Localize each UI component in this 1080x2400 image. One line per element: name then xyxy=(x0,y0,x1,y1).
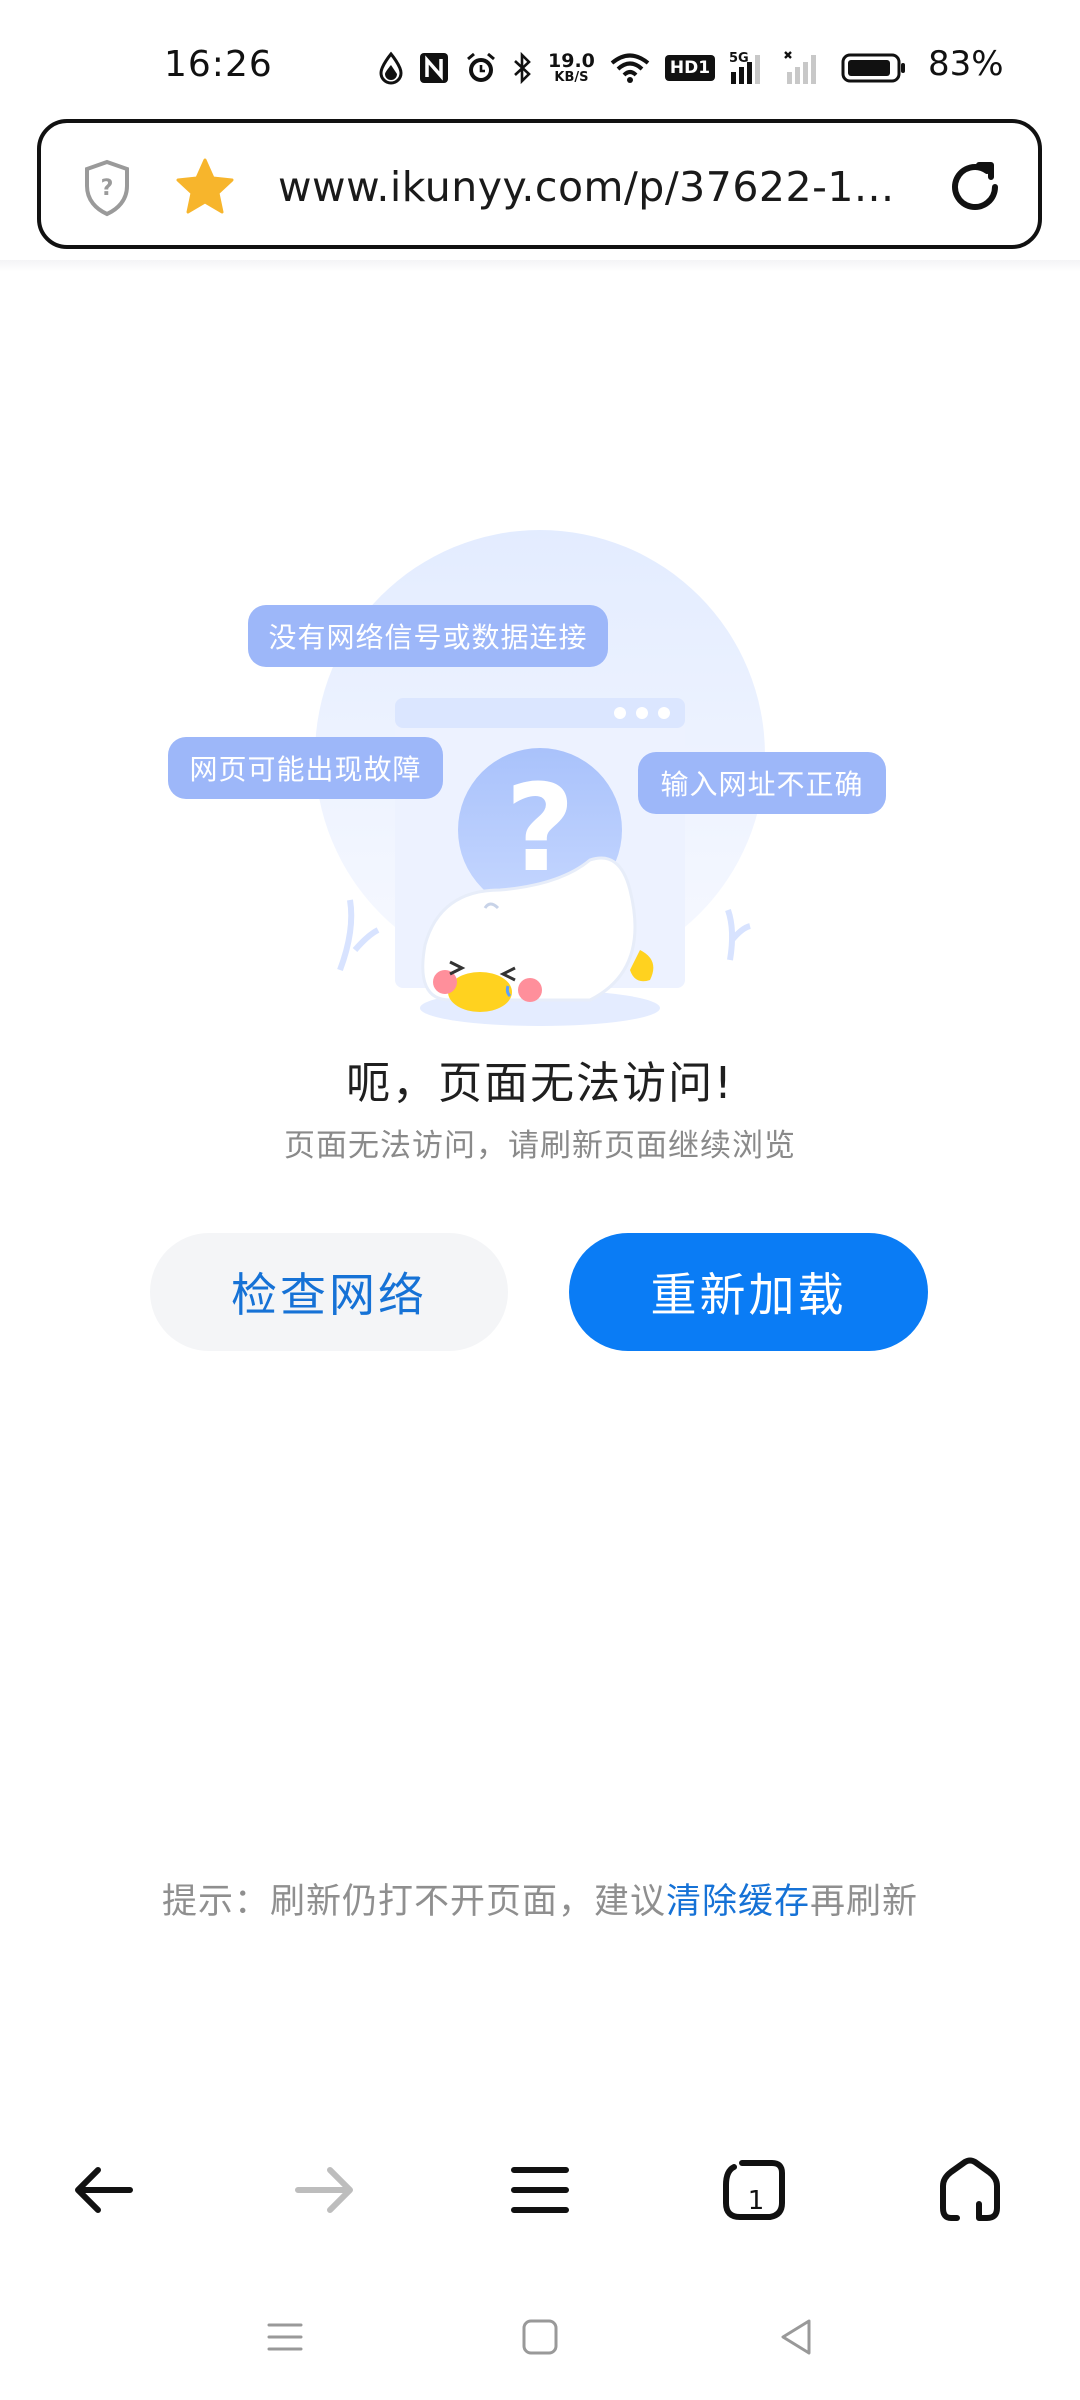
status-time: 16:26 xyxy=(164,44,273,85)
error-illustration: ? 没有网络信号或数据连接 网页可能出现故障 输入网址不正确 xyxy=(150,530,910,1040)
back-icon[interactable] xyxy=(63,2150,143,2230)
bluetooth-icon xyxy=(512,51,534,85)
url-text[interactable]: www.ikunyy.com/p/37622-1... xyxy=(278,163,895,211)
system-back-icon[interactable] xyxy=(772,2312,822,2362)
bubble-page-fault: 网页可能出现故障 xyxy=(168,737,443,799)
signal-icon: 5G xyxy=(729,50,769,86)
security-shield-icon[interactable]: ? xyxy=(81,158,133,218)
forward-icon[interactable] xyxy=(285,2150,365,2230)
tabs-icon[interactable]: 1 xyxy=(715,2150,795,2230)
svg-text:?: ? xyxy=(101,176,114,201)
bookmark-star-icon[interactable] xyxy=(173,155,237,219)
refresh-icon[interactable] xyxy=(941,153,1009,221)
error-subtitle: 页面无法访问，请刷新页面继续浏览 xyxy=(284,1128,796,1164)
reload-button[interactable]: 重新加载 xyxy=(569,1233,928,1351)
system-home-icon[interactable] xyxy=(515,2312,565,2362)
net-speed: 19.0 KB/S xyxy=(548,50,595,85)
battery-icon xyxy=(841,52,907,84)
tabs-count: 1 xyxy=(748,2186,765,2216)
system-navigation-bar xyxy=(0,2290,1080,2380)
hint-suffix: 再刷新 xyxy=(810,1882,919,1922)
nfc-icon xyxy=(418,51,450,85)
net-speed-unit: KB/S xyxy=(554,70,589,85)
menu-icon[interactable] xyxy=(500,2150,580,2230)
hd-badge: HD1 xyxy=(664,55,716,81)
address-bar-shadow xyxy=(0,260,1080,272)
wifi-icon xyxy=(609,52,651,84)
svg-text:5G: 5G xyxy=(729,51,749,66)
status-bar: 16:26 19.0 KB/S HD1 5G 83% xyxy=(0,0,1080,110)
check-network-button[interactable]: 检查网络 xyxy=(150,1233,508,1351)
signal-x-icon xyxy=(783,50,827,86)
net-speed-value: 19.0 xyxy=(548,50,595,72)
status-icons: 19.0 KB/S HD1 5G xyxy=(378,48,907,88)
bubble-no-signal: 没有网络信号或数据连接 xyxy=(248,605,608,667)
address-bar[interactable]: ? www.ikunyy.com/p/37622-1... xyxy=(37,119,1042,249)
data-saver-icon xyxy=(378,51,404,85)
error-title: 呃，页面无法访问! xyxy=(346,1058,734,1109)
home-icon[interactable] xyxy=(930,2150,1010,2230)
clear-cache-link[interactable]: 清除缓存 xyxy=(666,1882,810,1922)
recent-apps-icon[interactable] xyxy=(260,2312,310,2362)
alarm-icon xyxy=(464,51,498,85)
hint-text: 提示：刷新仍打不开页面，建议清除缓存再刷新 xyxy=(0,1873,1080,1924)
bubble-wrong-url: 输入网址不正确 xyxy=(638,752,886,814)
hint-prefix: 提示：刷新仍打不开页面，建议 xyxy=(161,1882,666,1922)
browser-toolbar: 1 xyxy=(0,2130,1080,2250)
battery-percent: 83% xyxy=(928,44,1004,84)
